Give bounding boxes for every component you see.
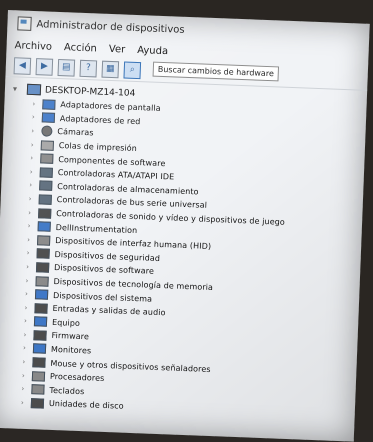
category-label: DellInstrumentation [55,222,138,235]
storage-controller-icon [39,180,53,192]
scan-hardware-tooltip: Buscar cambios de hardware [152,61,280,82]
sound-video-icon [38,207,52,219]
category-label: Procesadores [49,372,105,384]
expand-icon[interactable]: › [24,317,34,325]
category-label: Colas de impresión [58,141,138,154]
window-title: Administrador de dispositivos [36,18,185,36]
audio-io-icon [34,302,48,314]
memory-technology-icon [35,275,49,287]
menu-archivo[interactable]: Archivo [14,40,52,52]
device-view-icon[interactable]: ▦ [101,60,120,78]
dell-instrumentation-icon [37,221,51,232]
network-adapter-icon [41,112,56,124]
display-adapter-icon [42,99,56,110]
category-label: Adaptadores de red [59,113,141,127]
hid-icon [36,235,51,246]
category-label: Firmware [51,331,90,342]
system-device-icon [34,289,49,300]
ide-controller-icon [39,167,53,178]
usb-controller-icon [38,194,52,205]
category-label: Equipo [51,317,81,328]
printer-icon [40,139,55,151]
device-manager-icon [17,16,32,31]
expand-icon[interactable]: › [21,385,31,393]
properties-icon[interactable]: ▤ [57,58,76,77]
expand-icon[interactable]: › [29,195,39,203]
expand-icon[interactable]: › [26,263,36,271]
device-tree: ▾ DESKTOP-MZ14-104 › Adaptadores de panta… [0,77,367,422]
expand-icon[interactable]: › [28,222,38,230]
camera-icon [41,125,53,138]
computer-name: DESKTOP-MZ14-104 [44,84,136,99]
expand-icon[interactable]: › [30,168,40,176]
security-device-icon [36,248,50,260]
expand-icon[interactable]: › [22,358,32,366]
monitor-icon [32,343,47,355]
scan-hardware-icon[interactable]: ⌕ [123,60,142,79]
collapse-icon[interactable]: ▾ [13,84,23,93]
expand-icon[interactable]: › [27,249,37,257]
expand-icon[interactable]: › [27,236,37,244]
computer-icon [26,83,42,96]
menu-ayuda[interactable]: Ayuda [137,44,168,56]
expand-icon[interactable]: › [28,208,38,216]
category-label: Cámaras [57,127,94,138]
help-icon[interactable]: ? [79,59,98,77]
expand-icon[interactable]: › [23,344,33,352]
expand-icon[interactable]: › [31,141,41,149]
keyboard-icon [31,384,45,395]
computer-category-icon [33,316,48,328]
expand-icon[interactable]: › [23,331,33,339]
category-label: Monitores [50,344,92,356]
category-label: Unidades de disco [48,399,124,412]
mouse-icon [32,357,46,368]
expand-icon[interactable]: › [31,127,41,135]
category-label: Teclados [49,385,85,396]
expand-icon[interactable]: › [22,371,32,379]
firmware-icon [33,330,47,341]
processor-icon [31,370,46,382]
menu-accion[interactable]: Acción [64,42,97,54]
forward-icon[interactable]: ▶ [35,57,54,76]
expand-icon[interactable]: › [24,304,34,312]
expand-icon[interactable]: › [32,113,42,121]
expand-icon[interactable]: › [25,290,35,298]
menu-ver[interactable]: Ver [109,43,126,55]
software-device-icon [35,262,50,273]
expand-icon[interactable]: › [29,181,39,189]
software-component-icon [40,153,54,165]
expand-icon[interactable]: › [32,100,42,108]
back-icon[interactable]: ◀ [13,56,32,75]
expand-icon[interactable]: › [30,154,40,162]
expand-icon[interactable]: › [21,399,31,407]
device-manager-window: Administrador de dispositivos Archivo Ac… [0,10,370,442]
disk-drive-icon [30,398,45,409]
expand-icon[interactable]: › [25,276,35,284]
